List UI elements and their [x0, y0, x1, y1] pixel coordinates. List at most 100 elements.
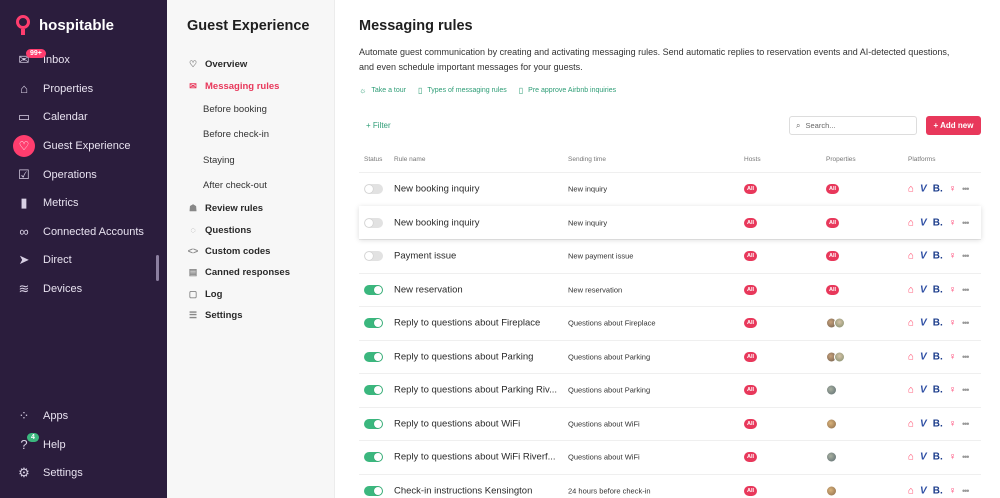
property-thumbnails	[826, 351, 845, 363]
property-thumbnail	[834, 351, 845, 363]
subnav-item-label: Questions	[205, 224, 252, 236]
col-sending-time: Sending time	[568, 156, 606, 163]
add-filter-button[interactable]: + Filter	[366, 121, 391, 130]
sidebar-item-operations[interactable]: ☑ Operations	[0, 160, 167, 189]
table-row[interactable]: New booking inquiry New inquiry All All ⌂ V B.…	[359, 205, 981, 239]
rule-name[interactable]: Check-in instructions Kensington	[394, 485, 532, 496]
sidebar-item-calendar[interactable]: ▭ Calendar	[0, 103, 167, 132]
more-options-icon[interactable]: •••	[962, 419, 970, 429]
subnav-item-messaging-rules[interactable]: ✉ Messaging rules	[187, 75, 327, 96]
table-row[interactable]: Reply to questions about Fireplace Questi…	[359, 306, 981, 340]
types-of-rules-link[interactable]: ▯ Types of messaging rules	[418, 86, 507, 95]
rule-name[interactable]: Reply to questions about Parking	[394, 351, 533, 362]
vrbo-icon: V	[920, 384, 927, 396]
hospitable-direct-icon: ♀	[948, 250, 957, 262]
properties-all-pill: All	[826, 251, 840, 262]
checkbox-icon: ☑	[18, 166, 30, 182]
hospitable-direct-icon: ♀	[948, 317, 957, 329]
rule-name[interactable]: Reply to questions about WiFi	[394, 418, 520, 429]
rule-status-toggle[interactable]	[364, 217, 383, 228]
more-options-icon[interactable]: •••	[962, 184, 970, 194]
rule-status-toggle[interactable]	[364, 351, 383, 362]
sidebar-item-properties[interactable]: ⌂ Properties	[0, 75, 167, 104]
cursor-icon: ➤	[18, 252, 30, 268]
table-row[interactable]: New booking inquiry New inquiry All All ⌂ V B.…	[359, 172, 981, 206]
sidebar-scrollbar[interactable]	[156, 255, 159, 281]
mail-icon: ✉	[189, 80, 197, 91]
pre-approve-link[interactable]: ▯ Pre approve Airbnb inquiries	[519, 86, 616, 95]
subnav-item-label: Messaging rules	[205, 80, 280, 92]
more-options-icon[interactable]: •••	[962, 318, 970, 328]
search-input[interactable]	[805, 121, 906, 130]
rule-name[interactable]: Payment issue	[394, 251, 456, 262]
more-options-icon[interactable]: •••	[962, 285, 970, 295]
subnav-item-settings[interactable]: ☰ Settings	[187, 305, 327, 326]
sidebar-item-devices[interactable]: ≋ Devices	[0, 275, 167, 304]
rule-status-toggle[interactable]	[364, 418, 383, 429]
subnav-item-log[interactable]: ▢ Log	[187, 284, 327, 305]
sidebar-item-guest-experience[interactable]: ♡ Guest Experience	[0, 132, 167, 161]
rule-status-toggle[interactable]	[364, 284, 383, 295]
subnav-item-before-booking[interactable]: Before booking	[187, 97, 327, 122]
rule-name[interactable]: Reply to questions about WiFi Riverf...	[394, 452, 556, 463]
more-options-icon[interactable]: •••	[962, 251, 970, 261]
rule-status-toggle[interactable]	[364, 184, 383, 195]
table-row[interactable]: Reply to questions about WiFi Riverf... Q…	[359, 440, 981, 474]
more-options-icon[interactable]: •••	[962, 385, 970, 395]
canned-icon: ▤	[188, 267, 198, 278]
add-new-button[interactable]: + Add new	[926, 116, 981, 135]
more-options-icon[interactable]: •••	[962, 352, 970, 362]
sending-time: New inquiry	[568, 218, 608, 228]
rule-name[interactable]: New booking inquiry	[394, 217, 480, 228]
gear-icon: ⚙	[18, 465, 30, 481]
sidebar-item-settings[interactable]: ⚙ Settings	[0, 459, 167, 488]
rule-name[interactable]: New booking inquiry	[394, 184, 480, 195]
page-description: Automate guest communication by creating…	[359, 47, 950, 72]
subnav-item-overview[interactable]: ♡ Overview	[187, 54, 327, 75]
sidebar-item-help[interactable]: ? 4 Help	[0, 431, 167, 460]
more-options-icon[interactable]: •••	[962, 486, 970, 496]
sidebar-item-metrics[interactable]: ▮ Metrics	[0, 189, 167, 218]
booking-icon: B.	[932, 217, 943, 229]
subnav-item-review-rules[interactable]: ☗ Review rules	[187, 198, 327, 219]
heart-outline-icon: ♡	[188, 59, 198, 70]
subnav-item-after-check-out[interactable]: After check-out	[187, 173, 327, 198]
table-row[interactable]: Payment issue New payment issue All All ⌂ V B.…	[359, 239, 981, 273]
subnav-item-before-check-in[interactable]: Before check-in	[187, 122, 327, 147]
take-a-tour-link[interactable]: ☼ Take a tour	[359, 86, 406, 95]
table-header: Status Rule name Sending time Hosts Prop…	[359, 154, 981, 168]
rule-status-toggle[interactable]	[364, 485, 383, 496]
hosts-all-pill: All	[744, 217, 758, 228]
subnav-item-questions[interactable]: ◌ Questions	[187, 219, 327, 240]
code-icon: <>	[187, 246, 199, 257]
vrbo-icon: V	[920, 250, 927, 262]
help-links: ☼ Take a tour ▯ Types of messaging rules ▯…	[359, 86, 616, 95]
table-row[interactable]: New reservation New reservation All All ⌂ V B.…	[359, 272, 981, 307]
rule-status-toggle[interactable]	[364, 452, 383, 463]
sidebar-item-label: Calendar	[43, 111, 88, 124]
sidebar-item-inbox[interactable]: ✉ 99+ Inbox	[0, 46, 167, 75]
rule-status-toggle[interactable]	[364, 318, 383, 329]
more-options-icon[interactable]: •••	[962, 218, 970, 228]
hosts-all-pill: All	[744, 485, 758, 496]
subnav-item-canned-responses[interactable]: ▤ Canned responses	[187, 262, 327, 283]
rule-status-toggle[interactable]	[364, 385, 383, 396]
subnav-item-label: Before booking	[203, 103, 267, 115]
table-row[interactable]: Reply to questions about Parking Question…	[359, 339, 981, 374]
rule-name[interactable]: Reply to questions about Fireplace	[394, 318, 540, 329]
more-options-icon[interactable]: •••	[962, 452, 970, 462]
subnav-item-staying[interactable]: Staying	[187, 147, 327, 172]
table-row[interactable]: Check-in instructions Kensington 24 hours…	[359, 473, 981, 498]
property-thumbnail	[826, 485, 837, 497]
sidebar-item-direct[interactable]: ➤ Direct	[0, 246, 167, 275]
rule-status-toggle[interactable]	[364, 251, 383, 262]
airbnb-icon: ⌂	[908, 451, 915, 463]
subnav-item-custom-codes[interactable]: <> Custom codes	[187, 241, 327, 262]
table-row[interactable]: Reply to questions about WiFi Questions a…	[359, 406, 981, 441]
sidebar-item-connected-accounts[interactable]: ∞ Connected Accounts	[0, 218, 167, 247]
sidebar-item-apps[interactable]: ⁘ Apps	[0, 402, 167, 431]
brand-logo[interactable]: hospitable	[15, 14, 114, 36]
rule-name[interactable]: Reply to questions about Parking Riv...	[394, 385, 557, 396]
table-row[interactable]: Reply to questions about Parking Riv... Q…	[359, 373, 981, 407]
rule-name[interactable]: New reservation	[394, 284, 463, 295]
